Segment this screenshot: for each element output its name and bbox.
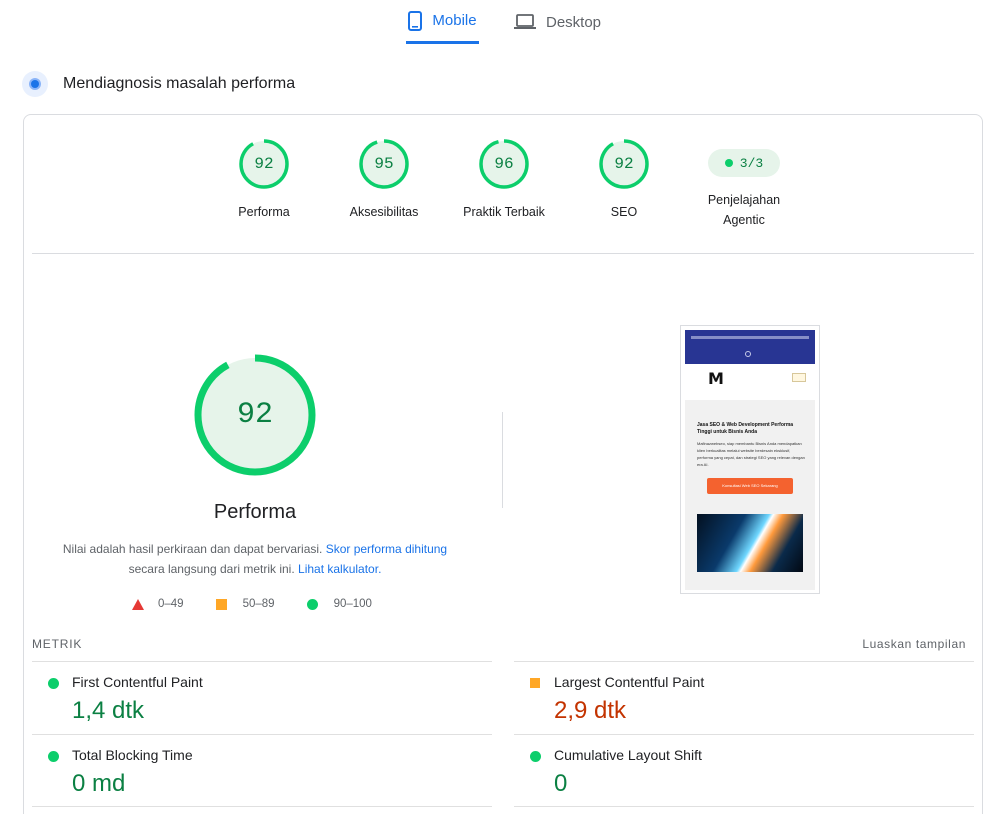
- performance-title: Performa: [213, 501, 297, 523]
- report-card: 92 Performa 95 Aksesibilitas 96 Praktik …: [23, 114, 983, 814]
- gauge-ring: 92: [239, 139, 289, 189]
- metrics-title: METRIK: [32, 637, 83, 651]
- metric-name: Total Blocking Time: [72, 747, 193, 763]
- metric-fcp: First Contentful Paint 1,4 dtk: [32, 661, 492, 734]
- search-icon: [745, 351, 751, 357]
- legend-poor: 0–49: [132, 598, 184, 610]
- metric-tbt: Total Blocking Time 0 md: [32, 734, 492, 807]
- metric-name: First Contentful Paint: [72, 674, 203, 690]
- hero-heading: Jasa SEO & Web Development Performa Ting…: [697, 422, 794, 435]
- diagnose-title: Mendiagnosis masalah performa: [63, 75, 296, 92]
- metric-name: Largest Contentful Paint: [554, 674, 705, 690]
- good-circle-icon: [48, 751, 59, 762]
- performance-score: 92: [236, 398, 273, 432]
- score-gauge-praktik-terbaik[interactable]: 96 Praktik Terbaik: [444, 139, 564, 222]
- score-gauge-performa[interactable]: 92 Performa: [204, 139, 324, 222]
- gauge-score: 95: [374, 155, 394, 173]
- pass-dot-icon: [724, 159, 733, 167]
- circle-icon: [306, 598, 318, 610]
- screenshot-topbar: [685, 330, 815, 364]
- agentic-value: 3/3: [739, 155, 764, 171]
- tab-mobile[interactable]: Mobile: [406, 0, 479, 44]
- legend-average: 50–89: [215, 598, 275, 610]
- site-logo: M: [708, 369, 724, 388]
- hero-paragraph: Mafinazwebseo, siap membantu Bisnis Anda…: [697, 441, 805, 467]
- gauge-ring: 95: [359, 139, 409, 189]
- score-gauge-agentic[interactable]: 3/3 Penjelajahan Agentic: [684, 139, 804, 230]
- note-text-1: Nilai adalah hasil perkiraan dan dapat b…: [62, 542, 326, 556]
- smartphone-icon: [408, 10, 423, 31]
- agentic-label-line1: Penjelajahan: [707, 193, 781, 207]
- square-icon: [215, 598, 227, 610]
- topbar-line: [691, 336, 809, 339]
- average-square-icon: [530, 678, 540, 688]
- metric-value: 0 md: [72, 770, 126, 797]
- legend-range: 0–49: [158, 598, 184, 610]
- metric-value: 0: [554, 770, 568, 797]
- gauge-label: Performa: [238, 205, 290, 219]
- good-circle-icon: [530, 751, 541, 762]
- note-text-2: secara langsung dari metrik ini.: [128, 562, 299, 576]
- legend-range: 50–89: [242, 598, 275, 610]
- agentic-label-line2: Agentic: [723, 213, 765, 227]
- performance-note: Nilai adalah hasil perkiraan dan dapat b…: [54, 539, 456, 579]
- score-gauge-seo[interactable]: 92 SEO: [564, 139, 684, 222]
- tab-desktop[interactable]: Desktop: [514, 0, 601, 44]
- metrics-right-column: Largest Contentful Paint 2,9 dtk Cumulat…: [514, 661, 974, 807]
- metric-cls: Cumulative Layout Shift 0: [514, 734, 974, 807]
- score-calculation-link[interactable]: Skor performa dihitung: [326, 542, 447, 556]
- menu-icon: [792, 373, 806, 382]
- lighthouse-icon: [22, 71, 48, 97]
- gauge-label: SEO: [610, 205, 638, 219]
- performance-gauge: 92: [194, 354, 316, 476]
- tab-desktop-label: Desktop: [546, 13, 602, 31]
- divider: [32, 253, 974, 254]
- agentic-pill: 3/3: [708, 149, 780, 177]
- gauge-score: 92: [254, 155, 274, 173]
- device-tabs: Mobile Desktop: [0, 0, 1008, 46]
- metric-value: 1,4 dtk: [72, 697, 145, 724]
- diagnose-header: Mendiagnosis masalah performa: [22, 71, 295, 97]
- page-screenshot[interactable]: M Jasa SEO & Web Development Performa Ti…: [680, 325, 820, 594]
- triangle-icon: [132, 598, 144, 610]
- gauge-label: Aksesibilitas: [349, 205, 419, 219]
- calculator-link[interactable]: Lihat kalkulator.: [298, 562, 381, 576]
- expand-view-toggle[interactable]: Luaskan tampilan: [862, 637, 966, 651]
- gauge-ring: 96: [479, 139, 529, 189]
- gauge-score: 92: [614, 155, 634, 173]
- screenshot-hero: Jasa SEO & Web Development Performa Ting…: [685, 400, 815, 590]
- score-legend: 0–49 50–89 90–100: [132, 598, 404, 610]
- laptop-icon: [514, 14, 536, 29]
- hero-cta-button: Konsultasi Web SEO Sekarang: [707, 478, 793, 494]
- gauge-ring: 92: [599, 139, 649, 189]
- metrics-left-column: First Contentful Paint 1,4 dtk Total Blo…: [32, 661, 492, 807]
- metric-value: 2,9 dtk: [554, 697, 627, 724]
- gauge-score: 96: [494, 155, 514, 173]
- legend-good: 90–100: [306, 598, 372, 610]
- metric-lcp: Largest Contentful Paint 2,9 dtk: [514, 661, 974, 734]
- legend-range: 90–100: [333, 598, 372, 610]
- gauge-label: Penjelajahan Agentic: [684, 190, 804, 230]
- vertical-divider: [502, 412, 503, 508]
- hero-image: [697, 514, 803, 572]
- metric-name: Cumulative Layout Shift: [554, 747, 702, 763]
- good-circle-icon: [48, 678, 59, 689]
- gauge-label: Praktik Terbaik: [463, 205, 545, 219]
- tab-mobile-label: Mobile: [432, 12, 477, 29]
- score-gauge-aksesibilitas[interactable]: 95 Aksesibilitas: [324, 139, 444, 222]
